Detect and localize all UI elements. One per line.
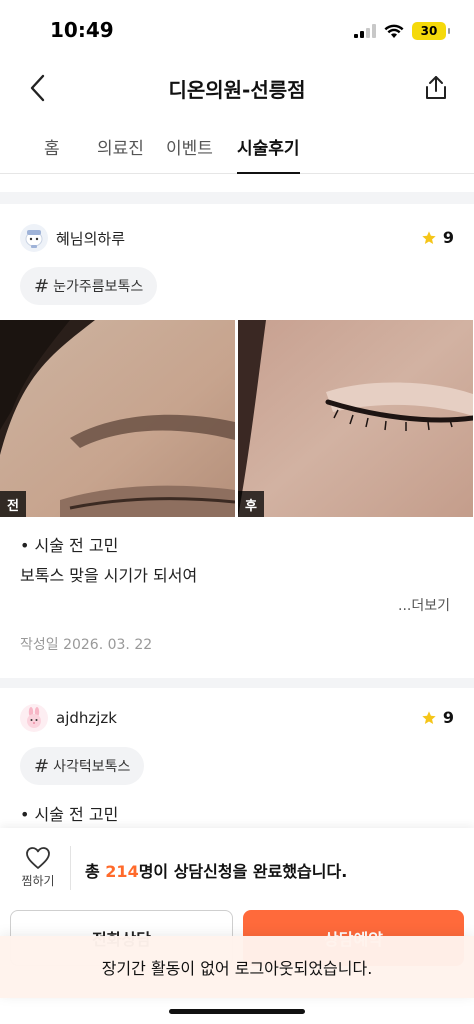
star-icon [422, 230, 436, 244]
hashtag-icon: # [34, 755, 50, 777]
eyebrow-photo-before [0, 320, 235, 517]
logout-toast: 장기간 활동이 없어 로그아웃되었습니다. [0, 936, 474, 998]
page-title: 디온의원-선릉점 [168, 78, 306, 102]
treatment-tag[interactable]: # 사각턱보톡스 [20, 747, 145, 785]
after-label: 후 [238, 491, 264, 517]
review-author: ajdhzjzk [20, 704, 117, 732]
review-username: 혜님의하루 [56, 229, 126, 248]
app-header: 디온의원-선릉점 [0, 62, 474, 114]
tab-reviews[interactable]: 시술후기 [237, 134, 300, 174]
wifi-icon [384, 24, 404, 38]
chevron-left-icon [30, 74, 45, 102]
review-text-line-1: • 시술 전 고민 [20, 805, 119, 824]
consult-count: 214 [105, 862, 139, 881]
review-username: ajdhzjzk [56, 709, 117, 727]
share-button[interactable] [420, 72, 452, 104]
before-after-photos[interactable]: 전 후 [0, 320, 474, 517]
hashtag-icon: # [34, 275, 50, 297]
status-time: 10:49 [50, 18, 114, 42]
cellular-signal-icon [354, 24, 376, 38]
review-rating: 9 [421, 228, 454, 247]
before-label: 전 [0, 491, 26, 517]
divider [70, 846, 71, 890]
star-icon [422, 710, 436, 724]
photo-before[interactable]: 전 [0, 320, 235, 517]
wish-label: 찜하기 [21, 874, 55, 888]
review-text-line-2: 보톡스 맞을 시기가 되서여 [20, 566, 198, 585]
consult-count-text: 총 214명이 상담신청을 완료했습니다. [85, 858, 347, 882]
status-icons: 30 [354, 22, 450, 40]
battery-icon: 30 [412, 22, 450, 40]
back-button[interactable] [22, 72, 54, 104]
section-divider [0, 678, 474, 688]
treatment-tag[interactable]: # 눈가주름보톡스 [20, 267, 158, 305]
tab-events[interactable]: 이벤트 [166, 134, 213, 174]
tag-label: 사각턱보톡스 [53, 759, 131, 775]
heart-icon [26, 847, 50, 869]
review-date: 작성일 2026. 03. 22 [20, 637, 153, 653]
tab-home[interactable]: 홈 [44, 134, 60, 174]
tab-bar: 홈 의료진 이벤트 시술후기 [0, 120, 474, 174]
battery-level: 30 [420, 24, 438, 38]
read-more-link[interactable]: ...더보기 [398, 595, 450, 615]
section-divider [0, 192, 474, 204]
tag-label: 눈가주름보톡스 [53, 279, 144, 295]
avatar [20, 224, 48, 252]
avatar-character-icon [25, 230, 43, 248]
rating-value: 9 [442, 708, 454, 727]
status-bar: 10:49 30 [0, 0, 474, 62]
photo-after[interactable]: 후 [238, 320, 473, 517]
tab-doctors[interactable]: 의료진 [97, 134, 144, 174]
share-icon [426, 76, 446, 99]
rating-value: 9 [442, 228, 454, 247]
wish-button[interactable]: 찜하기 [16, 846, 60, 889]
review-rating: 9 [421, 708, 454, 727]
consult-prefix: 총 [85, 862, 106, 881]
consult-suffix: 명이 상담신청을 완료했습니다. [138, 862, 348, 881]
avatar [20, 704, 48, 732]
avatar-rabbit-icon [27, 707, 41, 728]
eye-photo-after [238, 320, 473, 517]
review-author: 혜님의하루 [20, 224, 125, 252]
review-text-line-1: • 시술 전 고민 [20, 536, 119, 555]
home-indicator [169, 1009, 305, 1014]
